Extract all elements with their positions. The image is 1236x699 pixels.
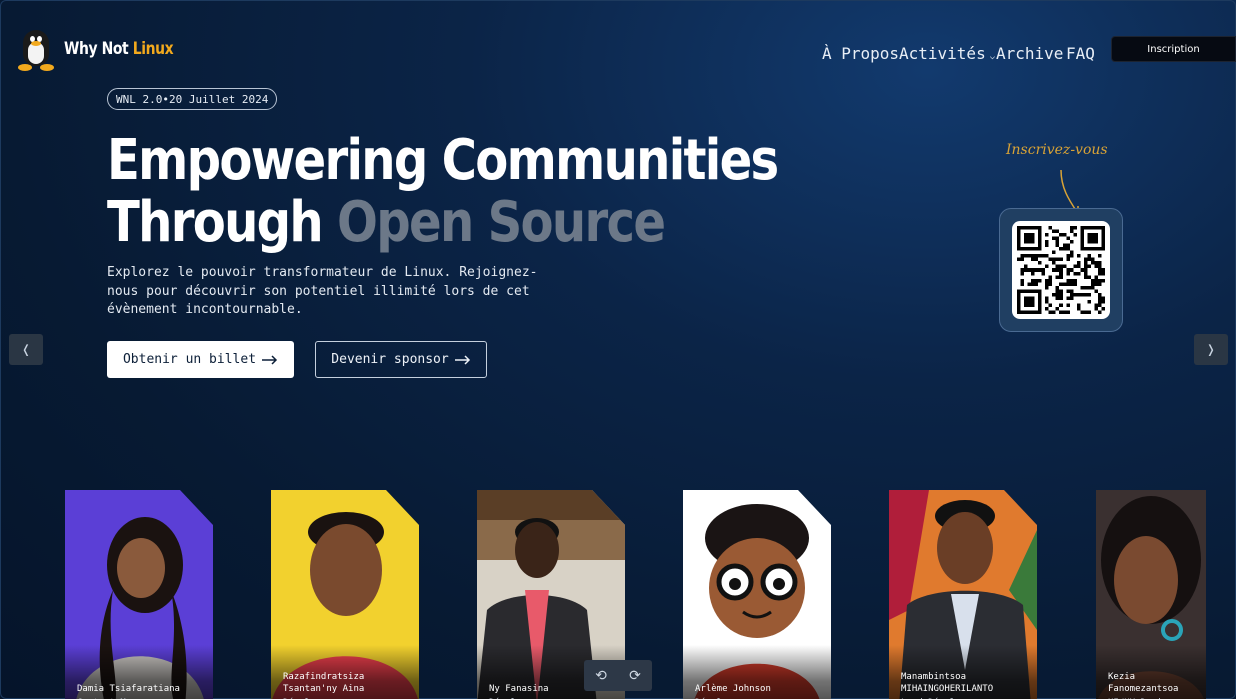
qr-code-icon — [1017, 226, 1105, 314]
nav-item-activites[interactable]: Activités ⌵ — [899, 44, 995, 63]
headline-line-1: Empowering Communities — [107, 128, 779, 193]
arrow-right-icon — [454, 354, 470, 365]
arrow-right-icon — [262, 354, 278, 365]
carousel-next-button[interactable]: ❭ — [1194, 334, 1228, 365]
become-sponsor-label: Devenir sponsor — [331, 352, 449, 367]
brand-name: Why Not Linux — [64, 39, 174, 59]
speaker-name: Manambintsoa MIHAINGOHERILANTO — [901, 672, 994, 694]
speaker-name: Ny Fanasina — [489, 684, 549, 694]
inscription-button[interactable]: Inscription — [1111, 36, 1236, 62]
speaker-card[interactable]: Razafindratsiza Tsantan'ny Aina Développ… — [271, 490, 419, 699]
get-ticket-label: Obtenir un billet — [122, 352, 257, 367]
speaker-name: Kezia Fanomezantsoa — [1108, 672, 1179, 694]
chevron-down-icon: ⌵ — [989, 52, 996, 62]
qr-label: Inscrivez-vous — [1006, 142, 1108, 158]
become-sponsor-button[interactable]: Devenir sponsor — [315, 341, 487, 378]
qr-code-card[interactable] — [999, 208, 1123, 332]
headline-line-2: Through Open Source — [107, 190, 666, 255]
speaker-name: Razafindratsiza Tsantan'ny Aina — [283, 672, 365, 694]
media-controls: ⟲ ⟳ — [584, 660, 652, 691]
nav-item-archive[interactable]: Archive — [996, 44, 1063, 63]
brand-logo[interactable]: Why Not Linux — [16, 26, 197, 72]
speaker-card[interactable]: Kezia Fanomezantsoa UI/UX Designer — [1096, 490, 1206, 699]
speaker-card[interactable]: Arlème Johnson Développeur — [683, 490, 831, 699]
qr-code — [1012, 221, 1110, 319]
speaker-name: Arlème Johnson — [695, 684, 771, 694]
forward-icon[interactable]: ⟳ — [629, 668, 641, 684]
nav-item-label: Activités — [899, 44, 986, 63]
tux-penguin-icon — [16, 26, 56, 72]
nav-item-a-propos[interactable]: À Propos — [822, 44, 899, 63]
hero-description: Explorez le pouvoir transformateur de Li… — [107, 265, 538, 317]
speaker-name: Damia Tsiafaratiana — [77, 684, 180, 694]
carousel-prev-button[interactable]: ❬ — [9, 334, 43, 365]
nav-item-faq[interactable]: FAQ — [1066, 44, 1095, 63]
get-ticket-button[interactable]: Obtenir un billet — [107, 341, 294, 378]
event-badge: WNL 2.0•20 Juillet 2024 — [107, 88, 278, 110]
speaker-card[interactable]: Manambintsoa MIHAINGOHERILANTO Lead Déve… — [889, 490, 1037, 699]
rewind-icon[interactable]: ⟲ — [595, 668, 607, 684]
hero-headline: Empowering Communities Through Open Sour… — [107, 128, 779, 255]
speaker-card[interactable]: Damia Tsiafaratiana Content Manager — [65, 490, 213, 699]
